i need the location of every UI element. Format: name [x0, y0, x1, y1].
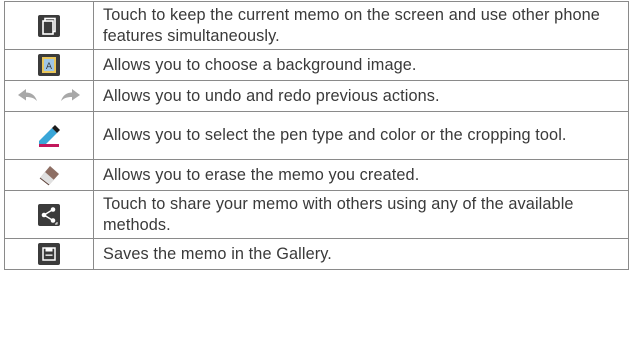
icon-cell	[4, 1, 94, 50]
share-icon	[38, 203, 60, 226]
row-description: Allows you to erase the memo you created…	[93, 159, 629, 191]
icon-cell	[4, 80, 94, 112]
table-row: Allows you to undo and redo previous act…	[4, 80, 629, 112]
row-description: Allows you to undo and redo previous act…	[93, 80, 629, 112]
svg-text:A: A	[46, 62, 53, 72]
row-description: Allows you to choose a background image.	[93, 49, 629, 81]
table-row: Allows you to erase the memo you created…	[4, 159, 629, 191]
icon-cell	[4, 238, 94, 270]
table-row: Touch to share your memo with others usi…	[4, 190, 629, 239]
undo-redo-arrows-icon	[17, 87, 81, 105]
table-row: Touch to keep the current memo on the sc…	[4, 1, 629, 50]
row-description: Saves the memo in the Gallery.	[93, 238, 629, 270]
eraser-icon	[38, 164, 60, 186]
row-description: Touch to keep the current memo on the sc…	[93, 1, 629, 50]
table-row: Allows you to select the pen type and co…	[4, 111, 629, 160]
icon-cell	[4, 190, 94, 239]
table-row: A Allows you to choose a background imag…	[4, 49, 629, 81]
row-description: Touch to share your memo with others usi…	[93, 190, 629, 239]
row-description: Allows you to select the pen type and co…	[93, 111, 629, 160]
save-icon	[38, 243, 60, 265]
icon-cell: A	[4, 49, 94, 81]
pen-tool-icon	[38, 124, 60, 147]
memo-pop-up-window-icon	[38, 14, 60, 37]
background-image-icon: A	[38, 54, 60, 76]
icon-cell	[4, 111, 94, 160]
table-row: Saves the memo in the Gallery.	[4, 238, 629, 270]
memo-toolbar-table: Touch to keep the current memo on the sc…	[4, 1, 629, 270]
icon-cell	[4, 159, 94, 191]
